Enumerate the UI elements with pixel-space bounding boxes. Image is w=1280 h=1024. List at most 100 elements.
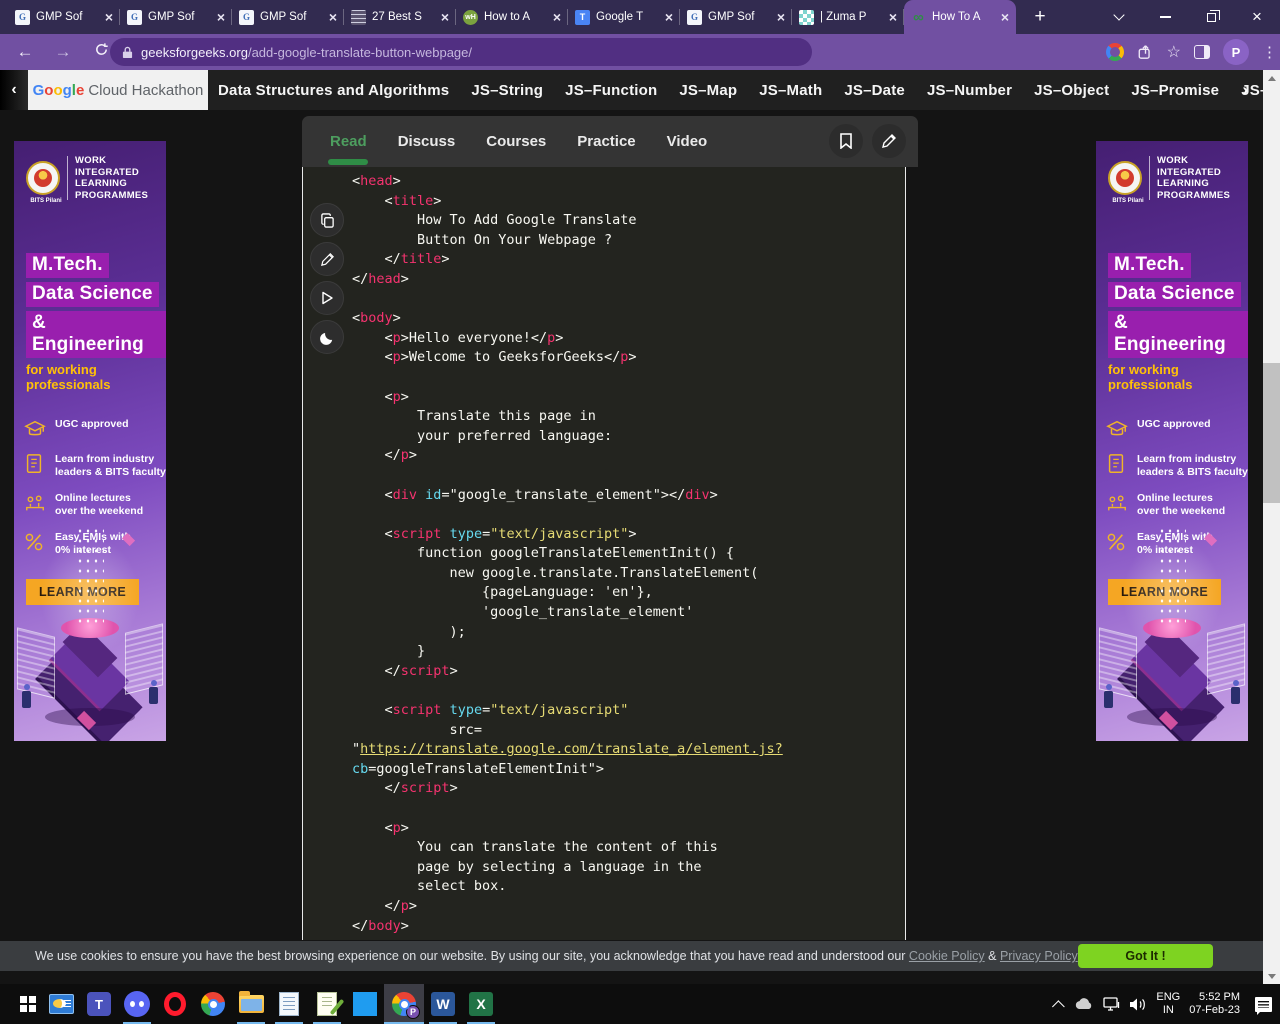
taskbar-chrome-icon[interactable] (194, 984, 232, 1024)
edit-code-button[interactable] (310, 242, 344, 276)
tab-read[interactable]: Read (330, 133, 367, 150)
privacy-policy-link[interactable]: Privacy Policy (1000, 949, 1078, 963)
tab-close-icon[interactable]: × (1001, 10, 1009, 24)
graduation-cap-icon (1106, 418, 1128, 440)
nav-item[interactable]: JS–Promise (1131, 82, 1219, 99)
nav-item[interactable]: JS–String (471, 82, 543, 99)
code-line: <head> (352, 172, 905, 192)
code-line: } (352, 642, 905, 662)
nav-scroll-left-icon[interactable]: ‹ (0, 70, 28, 110)
new-tab-button[interactable]: + (1026, 3, 1054, 31)
tab-close-icon[interactable]: × (105, 10, 113, 24)
nav-item[interactable]: JS–Math (759, 82, 822, 99)
scroll-down-icon[interactable] (1263, 968, 1280, 984)
browser-tab[interactable]: T Google T × (568, 0, 680, 34)
nav-item[interactable]: JS–Date (844, 82, 905, 99)
close-button[interactable]: × (1234, 0, 1280, 34)
taskbar-journal-icon[interactable] (308, 984, 346, 1024)
network-icon[interactable] (1103, 997, 1120, 1012)
language-indicator[interactable]: ENGIN (1156, 991, 1180, 1017)
browser-tab[interactable]: GGMP Sof× (232, 0, 344, 34)
nav-item[interactable]: JS–Function (565, 82, 657, 99)
scroll-up-icon[interactable] (1263, 70, 1280, 86)
nav-item[interactable]: Data Structures and Algorithms (218, 82, 449, 99)
sidebar-ad-right[interactable]: BITS PilaniWORKINTEGRATEDLEARNINGPROGRAM… (1096, 141, 1248, 741)
tab-courses[interactable]: Courses (486, 133, 546, 150)
tray-chevron-icon[interactable] (1052, 1000, 1065, 1013)
browser-tab[interactable]: | Zuma P× (792, 0, 904, 34)
taskbar-opera-icon[interactable] (156, 984, 194, 1024)
edit-button[interactable] (872, 124, 906, 158)
tab-title: Google T (596, 11, 659, 23)
tab-practice[interactable]: Practice (577, 133, 635, 150)
minimize-button[interactable] (1142, 0, 1188, 34)
tab-search-chevron-icon[interactable] (1096, 0, 1142, 34)
clock[interactable]: 5:52 PM07-Feb-23 (1189, 991, 1240, 1017)
tab-title: GMP Sof (36, 11, 99, 23)
ad-subline: for working professionals (1108, 362, 1248, 392)
cookie-policy-link[interactable]: Cookie Policy (909, 949, 985, 963)
onedrive-cloud-icon[interactable] (1074, 997, 1094, 1011)
tab-close-icon[interactable]: × (441, 10, 449, 24)
run-code-button[interactable] (310, 281, 344, 315)
taskbar-vscode-icon[interactable] (346, 984, 384, 1024)
feature-text: Learn from industry leaders & BITS facul… (1137, 453, 1248, 479)
menu-dots-icon[interactable]: ⋮ (1262, 50, 1266, 55)
pencil-icon (320, 252, 335, 267)
share-icon[interactable] (1137, 44, 1154, 60)
side-panel-icon[interactable] (1194, 45, 1210, 59)
tab-close-icon[interactable]: × (665, 10, 673, 24)
back-button[interactable]: ← (12, 40, 38, 64)
taskbar-report-app-icon[interactable] (42, 984, 80, 1024)
google-translate-icon: T (575, 10, 590, 25)
tab-close-icon[interactable]: × (777, 10, 785, 24)
code-line: </body> (352, 917, 905, 937)
taskbar-word-icon[interactable]: W (424, 984, 462, 1024)
tab-close-icon[interactable]: × (889, 10, 897, 24)
bookmark-button[interactable] (829, 124, 863, 158)
browser-tab[interactable]: GGMP Sof× (120, 0, 232, 34)
tab-discuss[interactable]: Discuss (398, 133, 456, 150)
code-block[interactable]: <head> <title> How To Add Google Transla… (302, 167, 906, 940)
bookmark-star-icon[interactable]: ☆ (1167, 42, 1181, 62)
notification-center-icon[interactable] (1255, 997, 1272, 1012)
copy-code-button[interactable] (310, 203, 344, 237)
taskbar-file-explorer-icon[interactable] (232, 984, 270, 1024)
profile-avatar[interactable]: P (1223, 39, 1249, 65)
browser-tab[interactable]: GGMP Sof× (8, 0, 120, 34)
illustration-part (76, 526, 104, 626)
address-bar[interactable]: geeksforgeeks.org/add-google-translate-b… (110, 38, 812, 66)
dark-mode-button[interactable] (310, 320, 344, 354)
bits-pilani-logo: BITS Pilani (26, 161, 60, 195)
got-it-button[interactable]: Got It ! (1078, 944, 1213, 968)
page-scrollbar[interactable] (1263, 70, 1280, 984)
taskbar-excel-icon[interactable]: X (462, 984, 500, 1024)
restore-button[interactable] (1188, 0, 1234, 34)
taskbar-chrome-profile-icon[interactable]: P (384, 984, 424, 1024)
tab-video[interactable]: Video (667, 133, 708, 150)
nav-scroll-right-icon[interactable]: › (1242, 80, 1248, 100)
nav-item[interactable]: JS–Number (927, 82, 1012, 99)
nav-item-list: Data Structures and Algorithms JS–String J… (218, 70, 1280, 110)
tab-close-icon[interactable]: × (553, 10, 561, 24)
browser-tab[interactable]: GGMP Sof× (680, 0, 792, 34)
tab-close-icon[interactable]: × (217, 10, 225, 24)
code-line (352, 505, 905, 525)
taskbar-discord-icon[interactable] (118, 984, 156, 1024)
sidebar-ad-left[interactable]: BITS PilaniWORKINTEGRATEDLEARNINGPROGRAM… (14, 141, 166, 741)
forward-button[interactable]: → (50, 40, 76, 64)
browser-tab[interactable]: ∞How To A× (904, 0, 1016, 34)
taskbar-notepad-icon[interactable] (270, 984, 308, 1024)
taskbar-teams-icon[interactable]: T (80, 984, 118, 1024)
google-extension-icon[interactable] (1106, 43, 1124, 61)
promo-label: Cloud Hackathon (88, 82, 203, 99)
nav-item[interactable]: JS–Map (679, 82, 737, 99)
browser-tab[interactable]: 27 Best S× (344, 0, 456, 34)
scrollbar-thumb[interactable] (1263, 363, 1280, 503)
browser-tab[interactable]: wHHow to A× (456, 0, 568, 34)
start-button[interactable] (10, 984, 46, 1024)
nav-item[interactable]: JS–Object (1034, 82, 1109, 99)
tab-close-icon[interactable]: × (329, 10, 337, 24)
speaker-icon[interactable] (1129, 997, 1147, 1012)
hackathon-promo[interactable]: Google Cloud Hackathon (28, 70, 208, 110)
